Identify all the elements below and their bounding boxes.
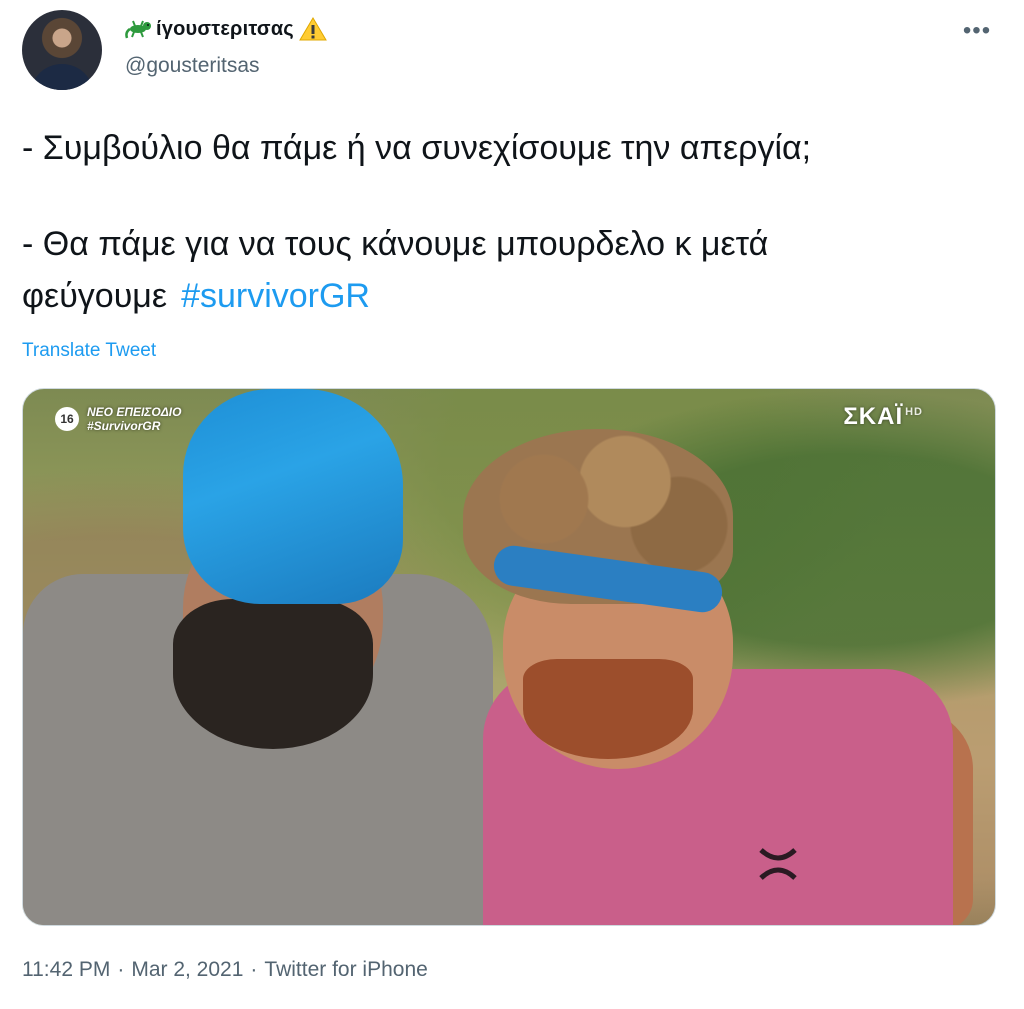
tweet-media-image[interactable]: 16 ΝΕΟ ΕΠΕΙΣΟΔΙΟ #SurvivorGR ΣΚΑΪ HD — [22, 388, 996, 926]
separator: · — [250, 958, 258, 981]
avatar-shoulders — [30, 64, 94, 90]
avatar[interactable] — [22, 10, 102, 90]
tweet-source[interactable]: Twitter for iPhone — [264, 958, 427, 981]
tweet-metadata: 11:42 PM · Mar 2, 2021 · Twitter for iPhone — [22, 958, 428, 982]
lizard-icon — [124, 16, 154, 42]
age-rating-badge: 16 — [55, 407, 79, 431]
ellipsis-icon: ••• — [962, 17, 992, 44]
channel-name: ΣΚΑΪ — [843, 403, 904, 430]
channel-suffix: HD — [905, 406, 923, 418]
episode-badge: 16 ΝΕΟ ΕΠΕΙΣΟΔΙΟ #SurvivorGR — [55, 405, 181, 433]
tweet-line-1: - Συμβούλιο θα πάμε ή να συνεχίσουμε την… — [22, 129, 812, 167]
brand-logo-icon — [759, 848, 797, 880]
channel-logo: ΣΚΑΪ HD — [843, 403, 923, 431]
person-left-beard — [173, 599, 373, 749]
warning-icon — [298, 16, 328, 42]
person-left-bandana — [183, 389, 403, 604]
tweet-line-3-text: φεύγουμε — [22, 277, 168, 315]
translate-tweet-link[interactable]: Translate Tweet — [22, 340, 156, 362]
hashtag-link[interactable]: #survivorGR — [181, 277, 370, 315]
separator: · — [117, 958, 125, 981]
tweet-time[interactable]: 11:42 PM — [22, 958, 110, 981]
tweet-text: - Συμβούλιο θα πάμε ή να συνεχίσουμε την… — [22, 122, 982, 322]
author-handle[interactable]: @gousteritsas — [125, 54, 260, 78]
person-right-beard — [523, 659, 693, 759]
episode-hashtag: #SurvivorGR — [87, 419, 161, 433]
author-display-name[interactable]: ίγουστεριτσας — [156, 18, 294, 41]
tweet-date[interactable]: Mar 2, 2021 — [131, 958, 243, 981]
author-name-row[interactable]: ίγουστεριτσας — [124, 14, 328, 44]
tweet-line-2: - Θα πάμε για να τους κάνουμε μπουρδελο … — [22, 225, 769, 263]
tweet-line-3: φεύγουμε #survivorGR — [22, 270, 982, 322]
episode-text: ΝΕΟ ΕΠΕΙΣΟΔΙΟ #SurvivorGR — [87, 405, 181, 433]
more-options-button[interactable]: ••• — [960, 14, 994, 48]
episode-label: ΝΕΟ ΕΠΕΙΣΟΔΙΟ — [87, 405, 182, 419]
